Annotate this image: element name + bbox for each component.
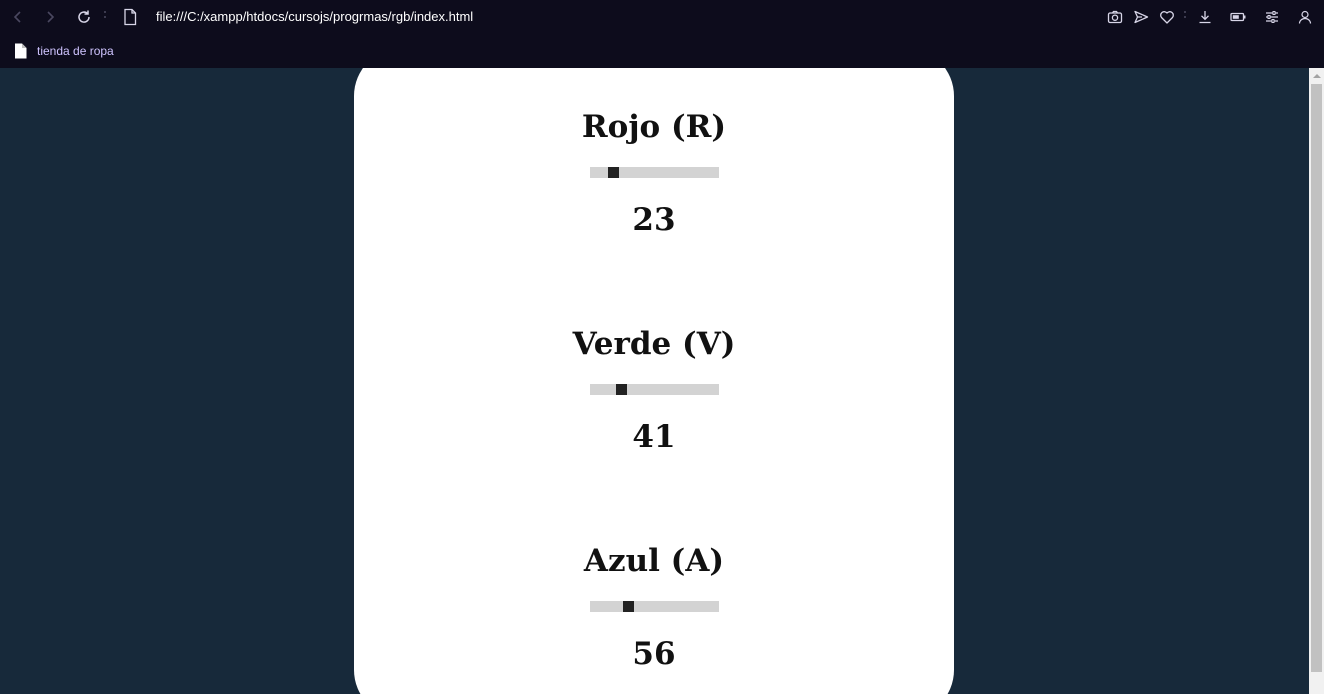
back-button[interactable] xyxy=(8,7,28,27)
camera-icon xyxy=(1107,10,1123,24)
reload-icon xyxy=(78,10,90,23)
range-green[interactable] xyxy=(589,384,719,395)
slider-block-blue: Azul (A) 56 xyxy=(354,543,954,674)
camera-button[interactable] xyxy=(1106,8,1124,26)
slider-title-blue: Azul (A) xyxy=(583,543,725,579)
toolbar-separator-right xyxy=(1184,11,1186,23)
bookmark-label: tienda de ropa xyxy=(37,44,114,58)
settings-icon xyxy=(1266,11,1278,23)
bookmark-tienda-de-ropa[interactable]: tienda de ropa xyxy=(14,42,114,60)
back-icon xyxy=(13,11,21,23)
scroll-up-button[interactable] xyxy=(1309,68,1324,83)
send-button[interactable] xyxy=(1132,8,1150,26)
profile-icon xyxy=(1298,10,1312,24)
download-button[interactable] xyxy=(1196,8,1214,26)
send-icon xyxy=(1134,10,1149,24)
slider-title-green: Verde (V) xyxy=(572,326,736,362)
toolbar-separator xyxy=(104,11,106,23)
page-viewport: Rojo (R) 23 Verde (V) 41 Azul (A) 56 xyxy=(0,68,1309,694)
slider-value-red: 23 xyxy=(632,202,676,238)
document-icon xyxy=(15,43,27,59)
range-thumb-green[interactable] xyxy=(616,384,628,395)
bookmarks-bar: tienda de ropa xyxy=(0,34,1324,68)
rgb-card: Rojo (R) 23 Verde (V) 41 Azul (A) 56 xyxy=(354,68,954,694)
battery-button[interactable] xyxy=(1229,8,1247,26)
slider-title-red: Rojo (R) xyxy=(581,109,727,145)
slider-value-blue: 56 xyxy=(632,636,676,672)
chevron-up-icon xyxy=(1312,73,1321,78)
reload-button[interactable] xyxy=(74,7,94,27)
scroll-thumb[interactable] xyxy=(1311,84,1322,672)
forward-icon xyxy=(47,11,55,23)
range-red[interactable] xyxy=(589,167,719,178)
heart-icon xyxy=(1160,11,1174,24)
slider-value-green: 41 xyxy=(632,419,676,455)
favorite-button[interactable] xyxy=(1158,8,1176,26)
page-icon xyxy=(124,8,137,26)
range-blue[interactable] xyxy=(589,601,719,612)
slider-block-red: Rojo (R) 23 xyxy=(354,109,954,240)
forward-button[interactable] xyxy=(40,7,60,27)
address-bar[interactable]: file:///C:/xampp/htdocs/cursojs/progrmas… xyxy=(156,9,473,24)
slider-block-green: Verde (V) 41 xyxy=(354,326,954,457)
battery-icon xyxy=(1230,12,1246,22)
browser-toolbar: file:///C:/xampp/htdocs/cursojs/progrmas… xyxy=(0,0,1324,34)
range-thumb-red[interactable] xyxy=(608,167,620,178)
range-thumb-blue[interactable] xyxy=(623,601,635,612)
settings-button[interactable] xyxy=(1263,8,1281,26)
profile-button[interactable] xyxy=(1296,8,1314,26)
download-icon xyxy=(1199,11,1211,24)
vertical-scrollbar[interactable] xyxy=(1309,68,1324,694)
